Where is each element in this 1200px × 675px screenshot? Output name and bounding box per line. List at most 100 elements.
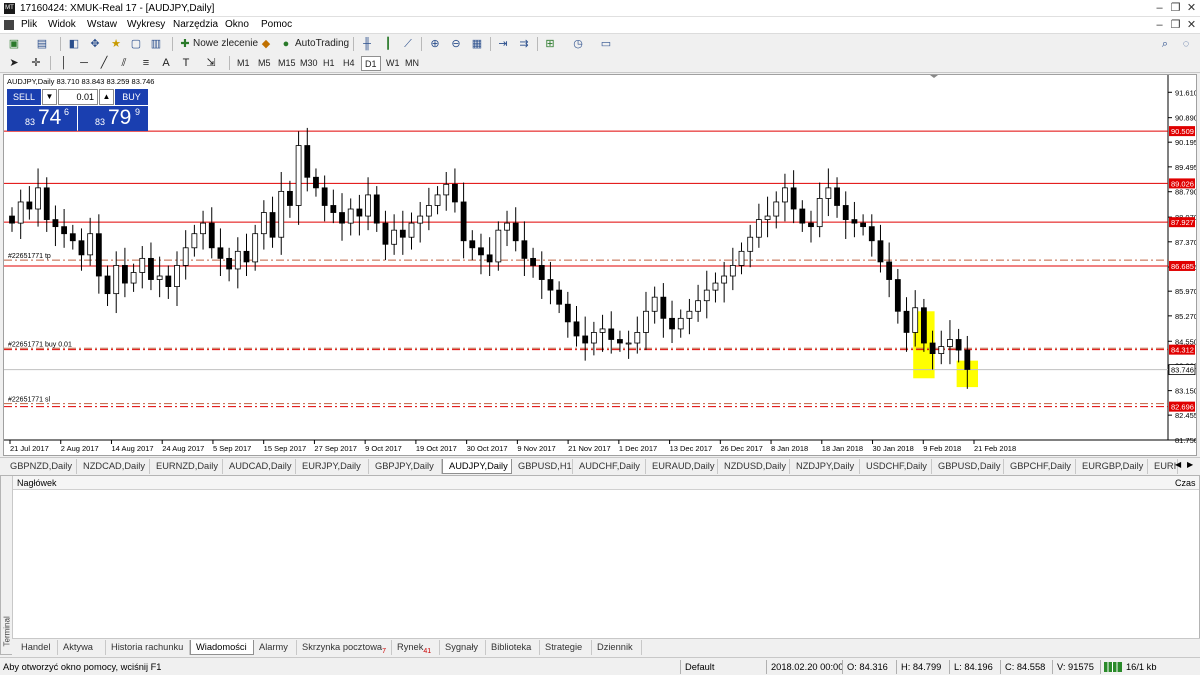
strategy-tester-icon[interactable]: ▥ xyxy=(148,36,164,52)
chart-tab[interactable]: AUDCAD,Daily xyxy=(223,459,296,474)
menu-okno[interactable]: Okno xyxy=(222,18,252,32)
child-minimize-icon[interactable]: – xyxy=(1152,17,1167,33)
candlestick-chart-icon[interactable]: ┃ xyxy=(380,36,396,52)
terminal-tab[interactable]: Strategie xyxy=(540,640,592,655)
text-label-icon[interactable]: T xyxy=(178,55,194,71)
chart-tab[interactable]: AUDJPY,Daily xyxy=(442,459,512,474)
child-restore-icon[interactable]: ❐ xyxy=(1168,17,1183,33)
candle-body xyxy=(929,342,936,354)
menu-narzedzia[interactable]: Narzędzia xyxy=(170,18,221,32)
timeframe-w1[interactable]: W1 xyxy=(383,56,403,71)
chart-tab[interactable]: NZDJPY,Daily xyxy=(790,459,860,474)
buy-button[interactable]: BUY xyxy=(115,89,148,105)
chart-tab[interactable]: GBPNZD,Daily xyxy=(4,459,77,474)
data-window-icon[interactable]: ✥ xyxy=(87,36,103,52)
timeframe-h4[interactable]: H4 xyxy=(340,56,358,71)
close-icon[interactable]: ✕ xyxy=(1184,0,1199,17)
child-close-icon[interactable]: ✕ xyxy=(1184,17,1199,33)
autoscroll-icon[interactable]: ⇉ xyxy=(516,36,532,52)
zoom-out-icon[interactable]: ⊖ xyxy=(448,36,464,52)
vertical-line-icon[interactable]: │ xyxy=(56,55,72,71)
navigator-icon[interactable]: ★ xyxy=(108,36,124,52)
terminal-icon[interactable]: ▢ xyxy=(128,36,144,52)
terminal-tab[interactable]: Skrzynka pocztowa7 xyxy=(297,640,392,655)
terminal-tab[interactable]: Sygnały xyxy=(440,640,486,655)
tab-scroll-right-icon[interactable]: ▶ xyxy=(1187,460,1193,469)
menu-wykresy[interactable]: Wykresy xyxy=(124,18,168,32)
timeframe-m30[interactable]: M30 xyxy=(297,56,321,71)
chart-tab[interactable]: GBPUSD,Daily xyxy=(932,459,1004,474)
terminal-tab[interactable]: Historia rachunku xyxy=(106,640,190,655)
channel-icon[interactable]: ⫽ xyxy=(116,55,132,71)
price-chart[interactable]: 91.61090.89090.19589.49588.79088.07087.3… xyxy=(4,75,1196,455)
horizontal-line-icon[interactable]: ─ xyxy=(76,55,92,71)
chart-window-icon[interactable] xyxy=(4,20,14,30)
crosshair-icon[interactable]: ✛ xyxy=(28,55,44,71)
periods-icon[interactable]: ◷ xyxy=(570,36,586,52)
sell-button[interactable]: SELL xyxy=(7,89,41,105)
autotrading-button[interactable]: AutoTrading xyxy=(292,36,352,51)
search-icon[interactable]: ⌕ xyxy=(1157,36,1173,52)
restore-icon[interactable]: ❐ xyxy=(1168,0,1183,17)
templates-icon[interactable]: ▭ xyxy=(598,36,614,52)
timeframe-m15[interactable]: M15 xyxy=(275,56,299,71)
lot-up-icon[interactable]: ▲ xyxy=(99,89,114,105)
indicators-icon[interactable]: ⊞ xyxy=(542,36,558,52)
chart-tab[interactable]: NZDUSD,Daily xyxy=(718,459,790,474)
metaeditor-icon[interactable]: ◆ xyxy=(258,36,274,52)
column-header-time[interactable]: Czas xyxy=(1175,478,1196,488)
fibonacci-icon[interactable]: ≡ xyxy=(138,55,154,71)
chart-tab[interactable]: EURGBP,Daily xyxy=(1076,459,1148,474)
arrows-icon[interactable]: ⇲ xyxy=(203,55,219,71)
timeframe-m1[interactable]: M1 xyxy=(234,56,253,71)
terminal-tab[interactable]: Alarmy xyxy=(254,640,297,655)
menu-plik[interactable]: Plik xyxy=(18,18,40,32)
profiles-icon[interactable]: ▤ xyxy=(34,36,50,52)
terminal-tab[interactable]: Handel xyxy=(16,640,58,655)
terminal-tab[interactable]: Wiadomości xyxy=(190,640,254,655)
new-order-button[interactable]: Nowe zlecenie xyxy=(190,36,261,51)
lot-size-input[interactable]: 0.01 xyxy=(58,89,98,105)
tab-scroll-left-icon[interactable]: ◀ xyxy=(1175,460,1181,469)
menu-pomoc[interactable]: Pomoc xyxy=(258,18,295,32)
chart-tab[interactable]: NZDCAD,Daily xyxy=(77,459,150,474)
lot-down-icon[interactable]: ▼ xyxy=(42,89,57,105)
chart-window[interactable]: 91.61090.89090.19589.49588.79088.07087.3… xyxy=(3,74,1197,456)
text-icon[interactable]: A xyxy=(158,55,174,71)
chart-tab[interactable]: EURJPY,Daily xyxy=(296,459,369,474)
tile-windows-icon[interactable]: ▦ xyxy=(469,36,485,52)
chart-tab[interactable]: EURAUD,Daily xyxy=(646,459,718,474)
terminal-tab[interactable]: Rynek41 xyxy=(392,640,440,655)
chart-tab[interactable]: AUDCHF,Daily xyxy=(573,459,646,474)
sell-price[interactable]: 83 74 6 xyxy=(7,106,77,131)
timeframe-m5[interactable]: M5 xyxy=(255,56,274,71)
line-chart-icon[interactable]: ⟋ xyxy=(400,36,416,52)
user-icon[interactable]: ◌ xyxy=(1178,36,1194,52)
chart-tab[interactable]: EURNZD,Daily xyxy=(150,459,223,474)
chart-tab[interactable]: GBPCHF,Daily xyxy=(1004,459,1076,474)
market-watch-icon[interactable]: ◧ xyxy=(66,36,82,52)
timeframe-d1[interactable]: D1 xyxy=(361,56,381,71)
terminal-tab[interactable]: Dziennik xyxy=(592,640,642,655)
terminal-tab[interactable]: Biblioteka xyxy=(486,640,540,655)
timeframe-mn[interactable]: MN xyxy=(402,56,422,71)
timeframe-h1[interactable]: H1 xyxy=(320,56,338,71)
terminal-tab[interactable]: Aktywa xyxy=(58,640,106,655)
trendline-icon[interactable]: ╱ xyxy=(96,55,112,71)
chart-tab[interactable]: GBPJPY,Daily xyxy=(369,459,442,474)
zoom-in-icon[interactable]: ⊕ xyxy=(427,36,443,52)
chart-shift-icon[interactable]: ⇥ xyxy=(495,36,511,52)
menu-widok[interactable]: Widok xyxy=(45,18,79,32)
new-chart-icon[interactable]: ▣ xyxy=(6,36,22,52)
minimize-icon[interactable]: – xyxy=(1152,0,1167,17)
buy-price[interactable]: 83 79 9 xyxy=(78,106,148,131)
chart-tab[interactable]: EURI xyxy=(1148,459,1178,474)
status-profile[interactable]: Default xyxy=(685,661,714,673)
connection-icon[interactable] xyxy=(1104,662,1122,672)
chart-tab[interactable]: USDCHF,Daily xyxy=(860,459,932,474)
bar-chart-icon[interactable]: ╫ xyxy=(359,36,375,52)
chart-tab[interactable]: GBPUSD,H1 xyxy=(512,459,573,474)
column-header-title[interactable]: Nagłówek xyxy=(17,478,57,488)
cursor-icon[interactable]: ➤ xyxy=(6,55,22,71)
menu-wstaw[interactable]: Wstaw xyxy=(84,18,120,32)
